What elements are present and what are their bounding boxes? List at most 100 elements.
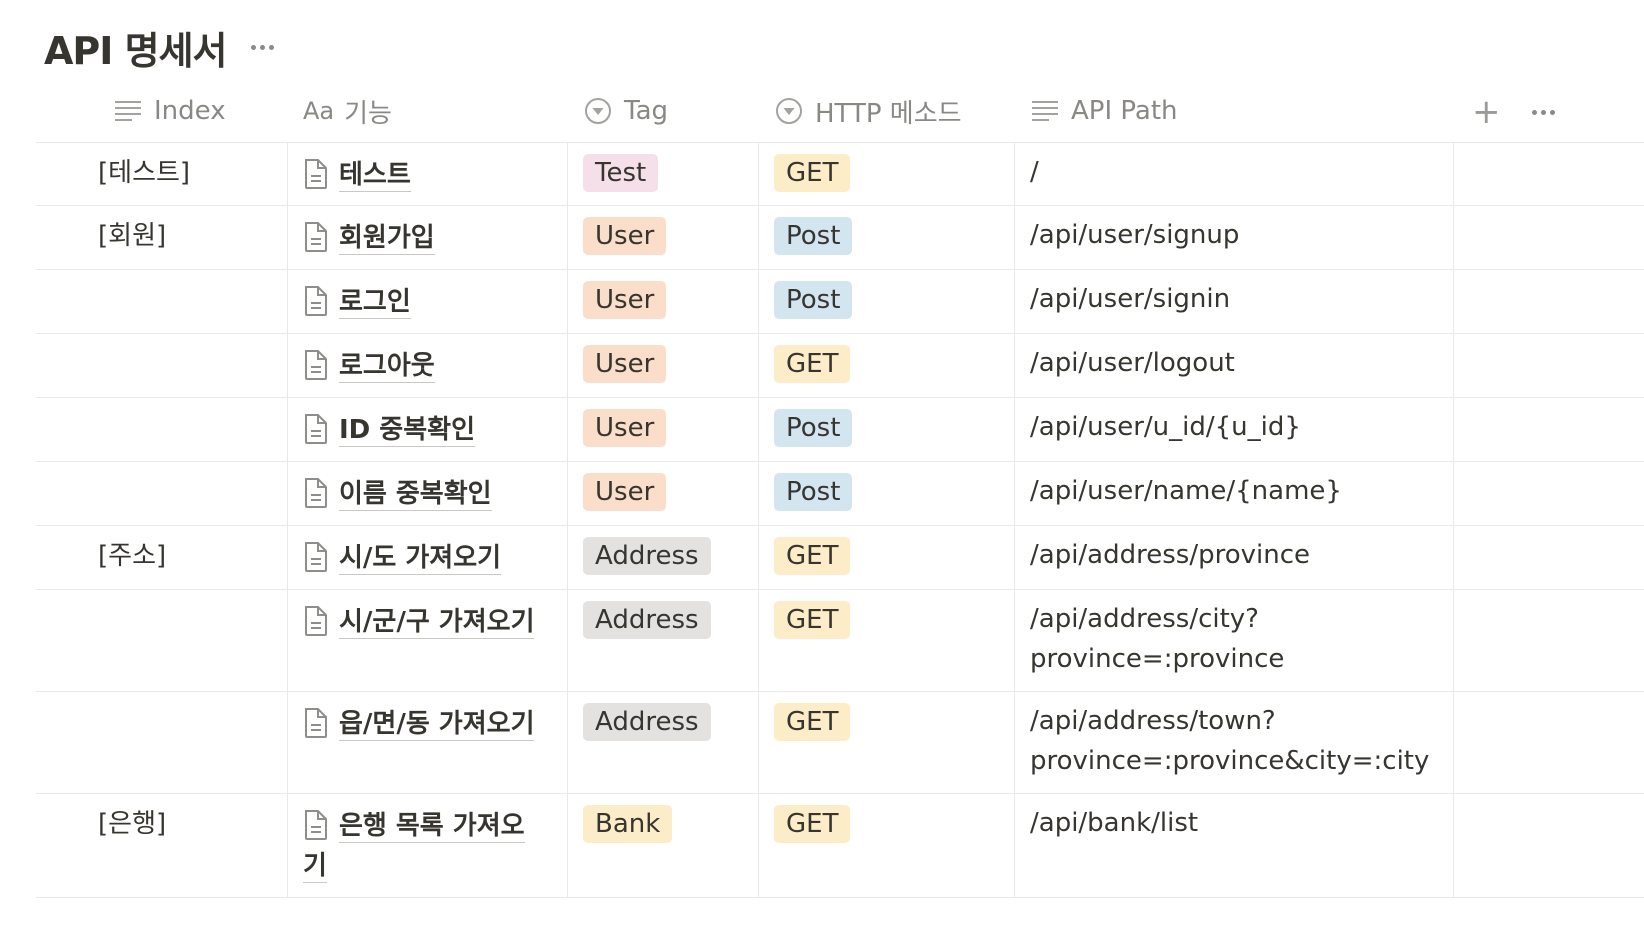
cell-path[interactable]: /api/user/name/{name} xyxy=(1014,462,1453,525)
index-text: [테스트] xyxy=(98,158,191,188)
index-text: [은행] xyxy=(98,809,167,839)
page-link[interactable]: 시/도 가져오기 xyxy=(339,543,502,575)
cell-path[interactable]: /api/user/u_id/{u_id} xyxy=(1014,398,1453,461)
page-link[interactable]: 이름 중복확인 xyxy=(339,479,492,511)
cell-name[interactable]: 읍/면/동 가져오기 xyxy=(287,692,567,793)
table-body: [테스트] 테스트 Test GET / [회원] 회원가입 User Post/api/use… xyxy=(36,143,1644,898)
text-lines-icon xyxy=(1032,101,1058,121)
page-link[interactable]: 회원가입 xyxy=(339,223,435,255)
cell-path[interactable]: / xyxy=(1014,143,1453,205)
cell-tag[interactable]: User xyxy=(567,398,758,461)
cell-name[interactable]: 테스트 xyxy=(287,143,567,205)
api-path-text: / xyxy=(1030,157,1039,187)
table-row[interactable]: 로그아웃 User GET/api/user/logout xyxy=(36,334,1644,398)
table-row[interactable]: 이름 중복확인 User Post/api/user/name/{name} xyxy=(36,462,1644,526)
cell-name[interactable]: 은행 목록 가져오기 xyxy=(287,794,567,897)
cell-name[interactable]: 로그아웃 xyxy=(287,334,567,397)
page-document-icon xyxy=(305,222,327,252)
cell-method[interactable]: Post xyxy=(758,206,1014,269)
cell-path[interactable]: /api/user/signup xyxy=(1014,206,1453,269)
page-link[interactable]: 시/군/구 가져오기 xyxy=(339,607,535,639)
select-type-icon xyxy=(776,98,802,124)
cell-index[interactable]: [테스트] xyxy=(36,143,287,205)
page-link[interactable]: 로그인 xyxy=(339,287,411,319)
cell-tag[interactable]: User xyxy=(567,206,758,269)
cell-tag[interactable]: User xyxy=(567,270,758,333)
api-path-text: /api/address/town?province=:province&cit… xyxy=(1030,706,1430,776)
page-document-icon xyxy=(305,606,327,636)
cell-index[interactable] xyxy=(36,692,287,793)
cell-method[interactable]: Post xyxy=(758,398,1014,461)
page-document-icon xyxy=(305,478,327,508)
table-row[interactable]: [회원] 회원가입 User Post/api/user/signup xyxy=(36,206,1644,270)
cell-method[interactable]: GET xyxy=(758,590,1014,691)
cell-method[interactable]: Post xyxy=(758,462,1014,525)
cell-path[interactable]: /api/address/city?province=:province xyxy=(1014,590,1453,691)
table-row[interactable]: ID 중복확인 User Post/api/user/u_id/{u_id} xyxy=(36,398,1644,462)
cell-tag[interactable]: Address xyxy=(567,692,758,793)
cell-tag[interactable]: Test xyxy=(567,143,758,205)
table-row[interactable]: [테스트] 테스트 Test GET / xyxy=(36,143,1644,206)
cell-name[interactable]: 시/군/구 가져오기 xyxy=(287,590,567,691)
cell-index[interactable] xyxy=(36,462,287,525)
cell-tag[interactable]: Bank xyxy=(567,794,758,897)
table-row[interactable]: 시/군/구 가져오기 Address GET/api/address/city?pr… xyxy=(36,590,1644,692)
method-badge: GET xyxy=(774,601,851,639)
cell-method[interactable]: GET xyxy=(758,334,1014,397)
column-header-tag[interactable]: Tag xyxy=(584,80,668,142)
cell-path[interactable]: /api/bank/list xyxy=(1014,794,1453,897)
cell-name[interactable]: 시/도 가져오기 xyxy=(287,526,567,589)
column-header-index[interactable]: Index xyxy=(114,80,226,142)
tag-badge: User xyxy=(583,473,667,511)
api-path-text: /api/address/province xyxy=(1030,540,1310,570)
cell-name[interactable]: 이름 중복확인 xyxy=(287,462,567,525)
column-header-name[interactable]: Aa 기능 xyxy=(303,80,392,142)
method-badge: Post xyxy=(774,281,853,319)
cell-name[interactable]: 회원가입 xyxy=(287,206,567,269)
tag-badge: User xyxy=(583,281,667,319)
select-type-icon xyxy=(585,98,611,124)
cell-path[interactable]: /api/user/signin xyxy=(1014,270,1453,333)
cell-method[interactable]: Post xyxy=(758,270,1014,333)
column-header-path[interactable]: API Path xyxy=(1031,80,1178,142)
cell-index[interactable] xyxy=(36,334,287,397)
page-link[interactable]: ID 중복확인 xyxy=(339,415,475,447)
cell-method[interactable]: GET xyxy=(758,143,1014,205)
cell-index[interactable]: [주소] xyxy=(36,526,287,589)
cell-method[interactable]: GET xyxy=(758,794,1014,897)
cell-path[interactable]: /api/address/town?province=:province&cit… xyxy=(1014,692,1453,793)
table-header: Index Aa 기능 Tag HTTP 메소드 API Path + xyxy=(36,80,1644,143)
cell-index[interactable] xyxy=(36,270,287,333)
cell-tag[interactable]: User xyxy=(567,462,758,525)
cell-method[interactable]: GET xyxy=(758,692,1014,793)
cell-index[interactable] xyxy=(36,590,287,691)
page-link[interactable]: 테스트 xyxy=(339,160,411,192)
table-row[interactable]: [주소] 시/도 가져오기 Address GET/api/address/provi… xyxy=(36,526,1644,590)
cell-name[interactable]: ID 중복확인 xyxy=(287,398,567,461)
cell-name[interactable]: 로그인 xyxy=(287,270,567,333)
cell-index[interactable] xyxy=(36,398,287,461)
text-lines-icon xyxy=(115,101,141,121)
cell-index[interactable]: [은행] xyxy=(36,794,287,897)
page-document-icon xyxy=(305,810,327,840)
api-path-text: /api/user/signup xyxy=(1030,220,1240,250)
page-link[interactable]: 읍/면/동 가져오기 xyxy=(339,709,535,741)
cell-tag[interactable]: User xyxy=(567,334,758,397)
cell-index[interactable]: [회원] xyxy=(36,206,287,269)
cell-tag[interactable]: Address xyxy=(567,590,758,691)
cell-path[interactable]: /api/user/logout xyxy=(1014,334,1453,397)
table-row[interactable]: 읍/면/동 가져오기 Address GET/api/address/town?pr… xyxy=(36,692,1644,794)
cell-tag[interactable]: Address xyxy=(567,526,758,589)
tag-badge: Test xyxy=(583,154,659,192)
column-header-method[interactable]: HTTP 메소드 xyxy=(775,80,962,142)
api-path-text: /api/user/logout xyxy=(1030,348,1235,378)
page-link[interactable]: 로그아웃 xyxy=(339,351,435,383)
cell-path[interactable]: /api/address/province xyxy=(1014,526,1453,589)
add-property-plus-icon[interactable]: + xyxy=(1472,92,1501,132)
page-more-icon[interactable] xyxy=(250,44,274,50)
table-row[interactable]: 로그인 User Post/api/user/signin xyxy=(36,270,1644,334)
table-more-icon[interactable] xyxy=(1532,110,1555,115)
table-row[interactable]: [은행] 은행 목록 가져오기 Bank GET/api/bank/list xyxy=(36,794,1644,898)
cell-method[interactable]: GET xyxy=(758,526,1014,589)
page-link[interactable]: 은행 목록 가져오기 xyxy=(303,811,525,883)
